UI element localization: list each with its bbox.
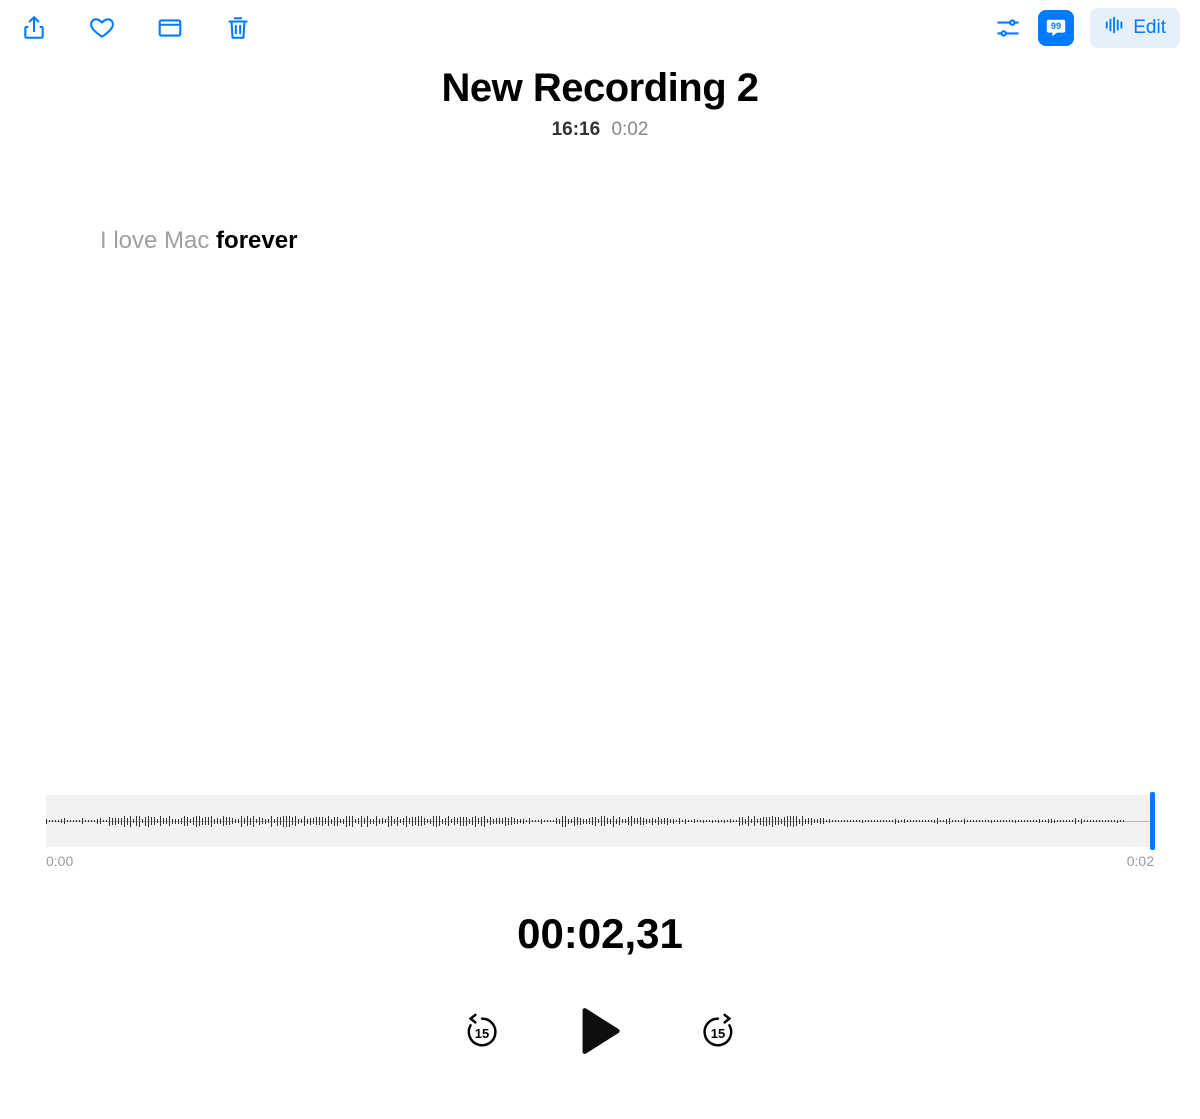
transcript-current: forever: [216, 227, 297, 254]
waveform-start-label: 0:00: [46, 853, 73, 869]
playhead-marker[interactable]: [1150, 792, 1155, 850]
toolbar-right: 99 Edit: [994, 8, 1180, 48]
waveform-icon: [1104, 15, 1126, 41]
skip-forward-label: 15: [699, 1026, 737, 1041]
waveform-container: 0:00 0:02: [46, 795, 1154, 869]
skip-back-label: 15: [463, 1026, 501, 1041]
current-time-display: 00:02,31: [0, 910, 1200, 958]
svg-text:99: 99: [1051, 21, 1061, 31]
transcript-button[interactable]: 99: [1038, 10, 1074, 46]
skip-back-button[interactable]: 15: [463, 1012, 501, 1050]
share-icon[interactable]: [20, 14, 48, 42]
play-button[interactable]: [575, 1006, 625, 1056]
recording-header: New Recording 2 16:16 0:02: [0, 66, 1200, 141]
toolbar: 99 Edit: [0, 0, 1200, 52]
transcript-text[interactable]: I love Mac forever: [0, 141, 1200, 276]
recording-meta: 16:16 0:02: [0, 119, 1200, 141]
edit-button[interactable]: Edit: [1090, 8, 1180, 48]
settings-sliders-icon[interactable]: [994, 14, 1022, 42]
waveform-scrubber[interactable]: [46, 795, 1154, 847]
playback-panel: 00:02,31 15 15: [0, 875, 1200, 1056]
edit-label: Edit: [1133, 17, 1166, 39]
favorite-icon[interactable]: [88, 14, 116, 42]
playback-controls: 15 15: [0, 1006, 1200, 1056]
recording-duration: 0:02: [611, 119, 648, 140]
transcript-past: I love Mac: [100, 227, 216, 254]
recording-title[interactable]: New Recording 2: [0, 66, 1200, 111]
trash-icon[interactable]: [224, 14, 252, 42]
recording-time: 16:16: [552, 119, 601, 140]
waveform-end-label: 0:02: [1127, 853, 1154, 869]
waveform-time-labels: 0:00 0:02: [46, 853, 1154, 869]
folder-icon[interactable]: [156, 14, 184, 42]
waveform-ticks: [46, 795, 1154, 847]
toolbar-left: [20, 14, 252, 42]
skip-forward-button[interactable]: 15: [699, 1012, 737, 1050]
